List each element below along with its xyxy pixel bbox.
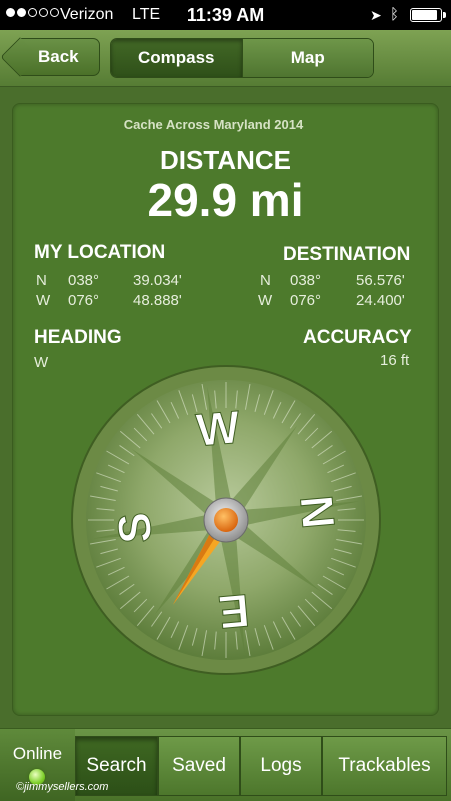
needle-cap bbox=[214, 508, 238, 532]
my-location-lat-hemisphere: N bbox=[36, 272, 47, 289]
tab-trackables[interactable]: Trackables bbox=[322, 736, 447, 796]
my-location-lon-minutes: 48.888' bbox=[133, 292, 182, 309]
destination-lon-degrees: 076° bbox=[290, 292, 322, 309]
heading-label: HEADING bbox=[34, 327, 122, 348]
battery-icon bbox=[410, 8, 446, 22]
online-label: Online bbox=[12, 744, 63, 763]
compass-letter-w: W bbox=[194, 401, 242, 457]
cache-name: Cache Across Maryland 2014 bbox=[123, 117, 304, 132]
distance-value: 29.9 mi bbox=[147, 174, 304, 226]
destination-lon-minutes: 24.400' bbox=[356, 292, 405, 309]
my-location-lon-hemisphere: W bbox=[36, 292, 51, 309]
view-segmented-control: Compass Map bbox=[110, 38, 374, 78]
watermark: ©jimmysellers.com bbox=[16, 781, 109, 793]
status-bar: Verizon LTE 11:39 AM ➤ ᛒ bbox=[0, 0, 451, 30]
accuracy-label: ACCURACY bbox=[303, 327, 412, 348]
distance-label: DISTANCE bbox=[160, 145, 291, 175]
compass-letter-e: E bbox=[216, 584, 251, 638]
my-location-label: MY LOCATION bbox=[34, 242, 166, 263]
segment-map[interactable]: Map bbox=[241, 39, 373, 77]
compass-letter-n: N bbox=[290, 493, 345, 531]
segment-compass[interactable]: Compass bbox=[111, 39, 242, 77]
back-button-label: Back bbox=[38, 47, 79, 66]
location-arrow-icon: ➤ bbox=[370, 7, 382, 23]
bluetooth-icon: ᛒ bbox=[390, 6, 400, 23]
my-location-lat-degrees: 038° bbox=[68, 272, 100, 289]
destination-lat-minutes: 56.576' bbox=[356, 272, 405, 289]
heading-value: W bbox=[34, 354, 49, 371]
compass-letter-s: S bbox=[107, 510, 161, 545]
destination-label: DESTINATION bbox=[283, 244, 411, 265]
my-location-lon-degrees: 076° bbox=[68, 292, 100, 309]
destination-lat-hemisphere: N bbox=[260, 272, 271, 289]
tab-saved[interactable]: Saved bbox=[158, 736, 240, 796]
tab-logs[interactable]: Logs bbox=[240, 736, 322, 796]
status-time: 11:39 AM bbox=[186, 5, 265, 25]
back-button[interactable]: Back bbox=[0, 37, 100, 77]
accuracy-value: 16 ft bbox=[380, 352, 410, 369]
destination-lon-hemisphere: W bbox=[258, 292, 273, 309]
navigation-bar: Back Compass Map bbox=[0, 30, 451, 87]
compass-dial: W N E S bbox=[71, 365, 381, 675]
my-location-lat-minutes: 39.034' bbox=[133, 272, 182, 289]
destination-lat-degrees: 038° bbox=[290, 272, 322, 289]
